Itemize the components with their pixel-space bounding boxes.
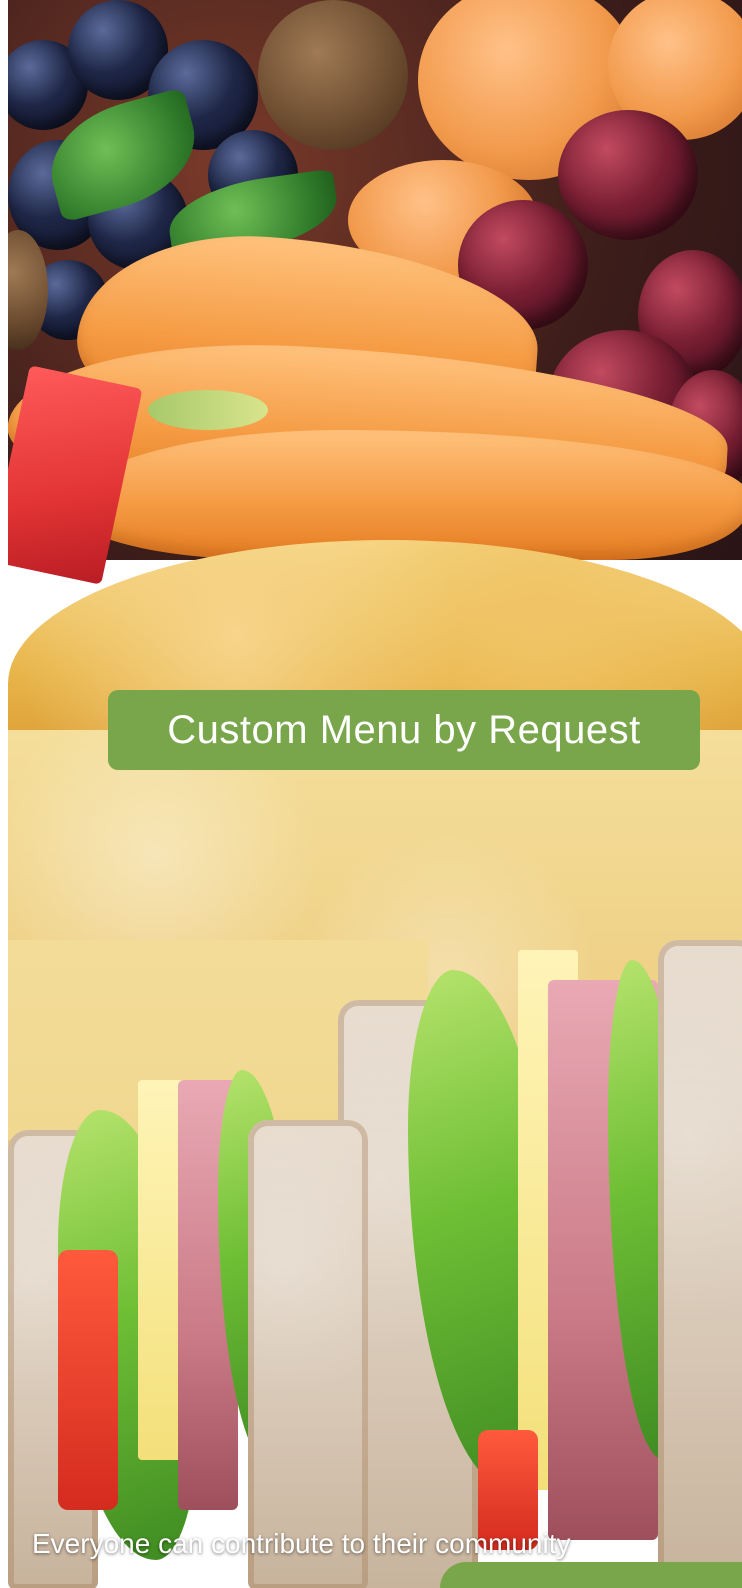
community-tagline: Everyone can contribute to their communi… [32,1528,571,1559]
sandwich-bread [248,1120,368,1588]
custom-menu-title: Custom Menu by Request [167,707,641,752]
walnut [258,0,408,150]
sandwich-image [8,940,742,1588]
cantaloupe-rind [148,390,268,430]
left-edge-strip [0,0,8,1588]
page: Custom Menu by Request Everyone can cont… [0,0,742,1588]
fruit-platter-image [8,0,742,585]
hero-image [8,0,742,1588]
tomato-slice [58,1250,118,1510]
custom-menu-banner: Custom Menu by Request [108,690,700,770]
sandwich-bread [658,940,742,1588]
